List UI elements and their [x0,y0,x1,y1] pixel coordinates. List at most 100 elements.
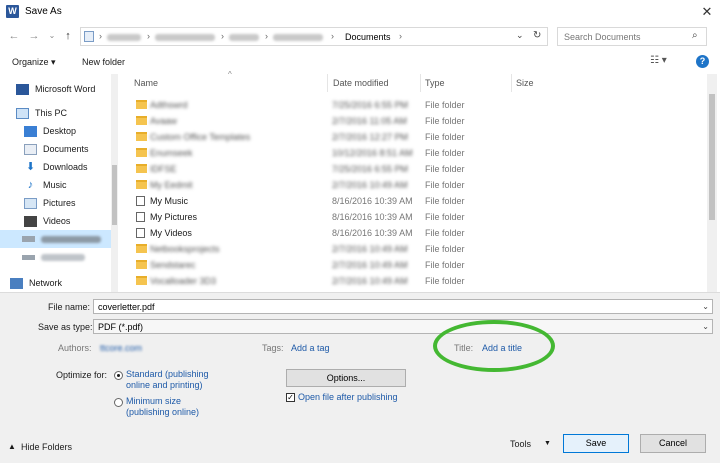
search-placeholder: Search Documents [564,32,641,42]
authors-value[interactable]: ttcore.com [100,343,142,353]
breadcrumb-separator-icon[interactable]: › [399,31,402,41]
file-date-modified: 8/16/2016 10:39 AM [332,196,413,206]
column-header-type[interactable]: Type [425,78,445,88]
file-row[interactable]: My Music 8/16/2016 10:39 AM File folder [130,193,570,209]
optimize-standard-label[interactable]: Standard (publishing online and printing… [126,369,226,391]
up-arrow-icon[interactable]: ↑ [60,28,76,44]
address-dropdown-icon[interactable]: ⌄ [516,30,524,41]
file-date-modified: 10/12/2016 8:51 AM [332,148,413,158]
breadcrumb-blurred[interactable] [107,34,141,41]
breadcrumb-blurred[interactable] [273,34,323,41]
file-row[interactable]: Custom Office Templates 2/7/2016 12:27 PM… [130,129,570,145]
forward-arrow-icon[interactable]: → [26,28,42,44]
optimize-standard-radio[interactable] [114,371,123,380]
nav-item-label: Videos [43,216,71,226]
folder-icon [136,132,147,141]
nav-item-microsoft-word[interactable]: Microsoft Word [16,80,126,98]
cancel-button[interactable]: Cancel [640,434,706,453]
nav-item-this-pc[interactable]: This PC [16,104,126,122]
save-as-type-dropdown-icon[interactable]: ⌄ [702,322,709,331]
breadcrumb-separator-icon[interactable]: › [221,31,224,41]
search-input[interactable]: Search Documents ⌕ [557,27,707,46]
file-row[interactable]: My Eedmit 2/7/2016 10:49 AM File folder [130,177,570,193]
hide-folders-button[interactable]: Hide Folders [21,442,72,452]
nav-scrollbar-thumb[interactable] [112,165,117,225]
tools-button[interactable]: Tools [510,439,531,449]
breadcrumb-separator-icon[interactable]: › [331,31,334,41]
file-row[interactable]: Vocalloader 3D3 2/7/2016 10:49 AM File fol… [130,273,570,289]
file-type: File folder [425,196,465,206]
file-row[interactable]: Avaaw 2/7/2016 11:05 AM File folder [130,113,570,129]
folder-icon [136,100,147,109]
file-name-dropdown-icon[interactable]: ⌄ [702,302,709,311]
file-row[interactable]: Sendstarec 2/7/2016 10:49 AM File folder [130,257,570,273]
open-after-publishing-label[interactable]: Open file after publishing [298,392,398,403]
file-date-modified: 2/7/2016 10:49 AM [332,244,408,254]
search-icon[interactable]: ⌕ [692,30,698,41]
nav-item-network[interactable]: Network [10,274,120,292]
file-row[interactable]: My Pictures 8/16/2016 10:39 AM File folder [130,209,570,225]
folder-icon [136,276,147,285]
column-header-size[interactable]: Size [516,78,534,88]
close-icon[interactable]: ✕ [698,3,716,21]
address-bar[interactable]: › › › › › Documents › ⌄ ↻ [80,27,548,46]
breadcrumb-documents[interactable]: Documents [345,32,391,42]
pictures-folder-icon [136,212,145,222]
view-options-icon[interactable]: ☷ ▾ [650,55,667,66]
folder-icon [136,260,147,269]
file-row[interactable]: IDFSE 7/25/2016 6:55 PM File folder [130,161,570,177]
command-toolbar: Organize ▾ New folder ☷ ▾ ? [0,52,720,72]
window-title: Save As [25,6,62,17]
column-divider[interactable] [511,74,512,92]
optimize-minimum-label[interactable]: Minimum size (publishing online) [126,396,216,418]
downloads-icon: ⬇ [25,160,36,173]
breadcrumb-blurred[interactable] [229,34,259,41]
file-row[interactable]: Netbooksprojects 2/7/2016 10:49 AM File fo… [130,241,570,257]
file-row[interactable]: Adthswrd 7/25/2016 6:55 PM File folder [130,97,570,113]
file-type: File folder [425,116,465,126]
authors-label: Authors: [58,343,92,353]
refresh-icon[interactable]: ↻ [533,30,541,41]
new-folder-button[interactable]: New folder [82,57,125,67]
organize-button[interactable]: Organize ▾ [12,57,56,68]
tools-dropdown-icon[interactable]: ▼ [544,440,551,447]
file-type: File folder [425,180,465,190]
file-type: File folder [425,164,465,174]
column-header-date[interactable]: Date modified [333,78,389,88]
file-row[interactable]: My Videos 8/16/2016 10:39 AM File folder [130,225,570,241]
save-as-type-select[interactable]: PDF (*.pdf) ⌄ [93,319,713,334]
folder-icon [136,116,147,125]
breadcrumb-separator-icon[interactable]: › [265,31,268,41]
help-icon[interactable]: ? [696,55,709,68]
nav-item-label: Microsoft Word [35,84,96,94]
word-app-icon: W [6,5,19,18]
file-name-input[interactable]: coverletter.pdf ⌄ [93,299,713,314]
open-after-publishing-checkbox[interactable]: ✓ [286,393,295,402]
save-button[interactable]: Save [563,434,629,453]
add-tag-link[interactable]: Add a tag [291,343,330,353]
optimize-minimum-radio[interactable] [114,398,123,407]
column-divider[interactable] [327,74,328,92]
nav-item-label: Music [43,180,67,190]
file-list-scrollbar-thumb[interactable] [709,94,715,220]
file-name: My Eedmit [150,180,193,190]
breadcrumb-separator-icon[interactable]: › [147,31,150,41]
column-header-name[interactable]: Name [134,78,158,88]
recent-locations-chevron-icon[interactable]: ⌄ [44,28,60,44]
back-arrow-icon[interactable]: ← [6,28,22,44]
nav-item-label: Pictures [43,198,76,208]
file-row[interactable]: Enumseek 10/12/2016 8:51 AM File folder [130,145,570,161]
breadcrumb-separator-icon[interactable]: › [99,31,102,41]
file-name: IDFSE [150,164,177,174]
network-icon [10,277,23,289]
hide-folders-chevron-icon[interactable]: ▲ [8,442,16,451]
options-button[interactable]: Options... [286,369,406,387]
nav-item-drive-blurred[interactable] [0,230,111,248]
save-as-type-value: PDF (*.pdf) [98,322,144,332]
breadcrumb-blurred[interactable] [155,34,215,41]
file-name: My Pictures [150,212,198,222]
column-divider[interactable] [420,74,421,92]
file-type: File folder [425,100,465,110]
file-name-label: File name: [48,302,91,312]
drive-icon [22,254,35,260]
